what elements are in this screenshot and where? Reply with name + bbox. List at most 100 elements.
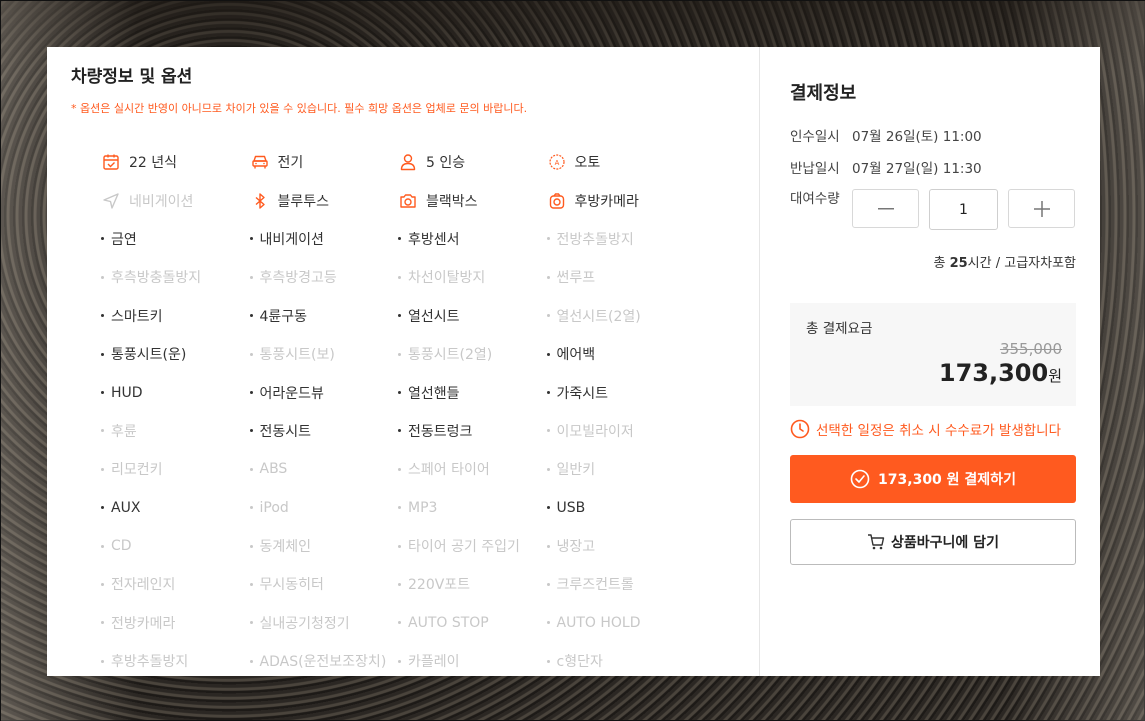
- option-item: 4륜구동: [249, 306, 399, 326]
- check-circle-icon: [850, 469, 870, 489]
- plus-icon: [1033, 200, 1050, 217]
- option-item: 에어백: [546, 344, 696, 364]
- hours-prefix: 총: [933, 256, 950, 271]
- option-label: 후방센서: [408, 231, 460, 248]
- option-row: 후륜 전동시트 전동트렁크 이모빌라이저: [101, 412, 701, 450]
- calendar-check-icon: [101, 152, 121, 172]
- option-label: 220V포트: [408, 577, 471, 594]
- bullet-dot: [398, 314, 401, 318]
- quantity-label: 대여수량: [790, 191, 840, 207]
- options-section: 차량정보 및 옵션 * 옵션은 실시간 반영이 아니므로 차이가 있을 수 있습…: [47, 47, 760, 676]
- quantity-increase-button[interactable]: [1008, 189, 1075, 228]
- option-label: 전동시트: [259, 423, 312, 440]
- option-item: 열선시트(2열): [546, 306, 696, 326]
- bullet-dot: [398, 506, 401, 510]
- option-label: MP3: [408, 499, 438, 516]
- bullet-dot: [398, 659, 401, 663]
- total-fee-label: 총 결제요금: [806, 321, 873, 337]
- bullet-dot: [546, 467, 550, 471]
- option-label: 무시동히터: [259, 577, 324, 594]
- quantity-decrease-button[interactable]: [852, 189, 919, 228]
- bullet-dot: [101, 314, 104, 318]
- options-title: 차량정보 및 옵션: [71, 67, 193, 87]
- option-label: ABS: [259, 461, 288, 478]
- bullet-dot: [398, 275, 401, 279]
- option-row: 통풍시트(운) 통풍시트(보) 통풍시트(2열) 에어백: [101, 335, 701, 373]
- option-item: AUTO HOLD: [546, 614, 696, 631]
- bullet-dot: [101, 544, 104, 548]
- bullet-dot: [398, 621, 401, 625]
- svg-text:A: A: [554, 160, 559, 167]
- bullet-dot: [101, 352, 104, 356]
- bullet-dot: [249, 314, 253, 318]
- option-item: 전자레인지: [101, 574, 250, 594]
- currency-unit: 원: [1048, 367, 1062, 385]
- vehicle-spec-item: 5 인승: [398, 152, 547, 172]
- option-item: 이모빌라이저: [546, 421, 696, 441]
- pay-button[interactable]: 173,300 원 결제하기: [790, 455, 1076, 503]
- option-label: 금연: [111, 231, 137, 248]
- option-label: HUD: [111, 384, 143, 401]
- option-row: 금연 내비게이션 후방센서 전방추돌방지: [101, 220, 701, 258]
- vehicle-spec-item: 네비게이션: [101, 191, 250, 211]
- cancel-fee-warning: 선택한 일정은 취소 시 수수료가 발생합니다: [790, 418, 1076, 440]
- option-item: 리모컨키: [101, 459, 250, 479]
- option-label: AUTO STOP: [408, 614, 489, 631]
- option-label: AUTO HOLD: [556, 614, 641, 631]
- bullet-dot: [249, 429, 253, 433]
- person-icon: [398, 152, 418, 172]
- option-label: 전방추돌방지: [556, 231, 634, 248]
- rental-panel: 차량정보 및 옵션 * 옵션은 실시간 반영이 아니므로 차이가 있을 수 있습…: [47, 47, 1100, 676]
- option-label: 통풍시트(운): [111, 347, 187, 364]
- bullet-dot: [249, 352, 253, 356]
- option-label: 후륜: [111, 423, 137, 440]
- option-label: 후측방경고등: [259, 270, 337, 287]
- hours-value: 25: [949, 256, 968, 271]
- option-item: 스마트키: [101, 306, 250, 326]
- option-label: iPod: [259, 499, 289, 516]
- pickup-label: 인수일시: [790, 129, 840, 145]
- option-label: 크루즈컨트롤: [556, 577, 634, 594]
- option-item: USB: [546, 500, 696, 516]
- clock-icon: [790, 419, 810, 439]
- bullet-dot: [398, 237, 401, 241]
- warning-text: 선택한 일정은 취소 시 수수료가 발생합니다: [816, 423, 1062, 439]
- option-item: AUTO STOP: [398, 615, 547, 631]
- quantity-input[interactable]: 1: [929, 189, 998, 230]
- add-to-cart-button[interactable]: 상품바구니에 담기: [790, 519, 1076, 565]
- quantity-row: 대여수량 1: [790, 189, 1076, 230]
- options-grid: 22 년식 전기 5 인승 A 오토 네비게이션 블루투스 블랙박스 후방카메라 금연 내비게이션 후…: [101, 143, 701, 676]
- option-label: 이모빌라이저: [556, 423, 634, 440]
- option-label: c형단자: [556, 654, 603, 671]
- return-row: 반납일시 07월 27일(일) 11:30: [790, 159, 1076, 179]
- bullet-dot: [398, 467, 401, 471]
- option-item: 후륜: [101, 421, 250, 441]
- option-label: 냉장고: [556, 539, 596, 556]
- payment-title: 결제정보: [790, 83, 857, 104]
- options-notice: * 옵션은 실시간 반영이 아니므로 차이가 있을 수 있습니다. 필수 희망 …: [71, 102, 528, 115]
- final-price-value: 173,300: [938, 359, 1049, 387]
- minus-icon: [877, 207, 894, 209]
- return-value: 07월 27일(일) 11:30: [852, 161, 982, 177]
- cart-icon: [868, 534, 885, 550]
- option-item: 후측방경고등: [249, 267, 399, 287]
- option-item: 금연: [101, 229, 250, 249]
- vehicle-spec-label: 블루투스: [277, 193, 330, 210]
- option-item: 후측방충돌방지: [101, 267, 250, 287]
- car-front-icon: [250, 152, 270, 172]
- option-item: 실내공기청정기: [249, 613, 399, 633]
- option-label: CD: [111, 538, 132, 555]
- option-label: 에어백: [556, 347, 596, 364]
- payment-section: 결제정보 인수일시 07월 26일(토) 11:00 반납일시 07월 27일(…: [760, 47, 1100, 676]
- vehicle-spec-label: 블랙박스: [426, 193, 478, 210]
- option-item: 전방카메라: [101, 613, 250, 633]
- bullet-dot: [398, 544, 401, 548]
- option-label: 스마트키: [111, 308, 163, 325]
- option-item: 전동시트: [249, 421, 399, 441]
- option-item: 카플레이: [398, 651, 547, 671]
- option-label: 일반키: [556, 462, 596, 479]
- bullet-dot: [398, 429, 401, 433]
- option-label: 통풍시트(보): [259, 347, 335, 364]
- bullet-dot: [398, 582, 401, 586]
- pay-button-label: 173,300 원 결제하기: [878, 472, 1016, 488]
